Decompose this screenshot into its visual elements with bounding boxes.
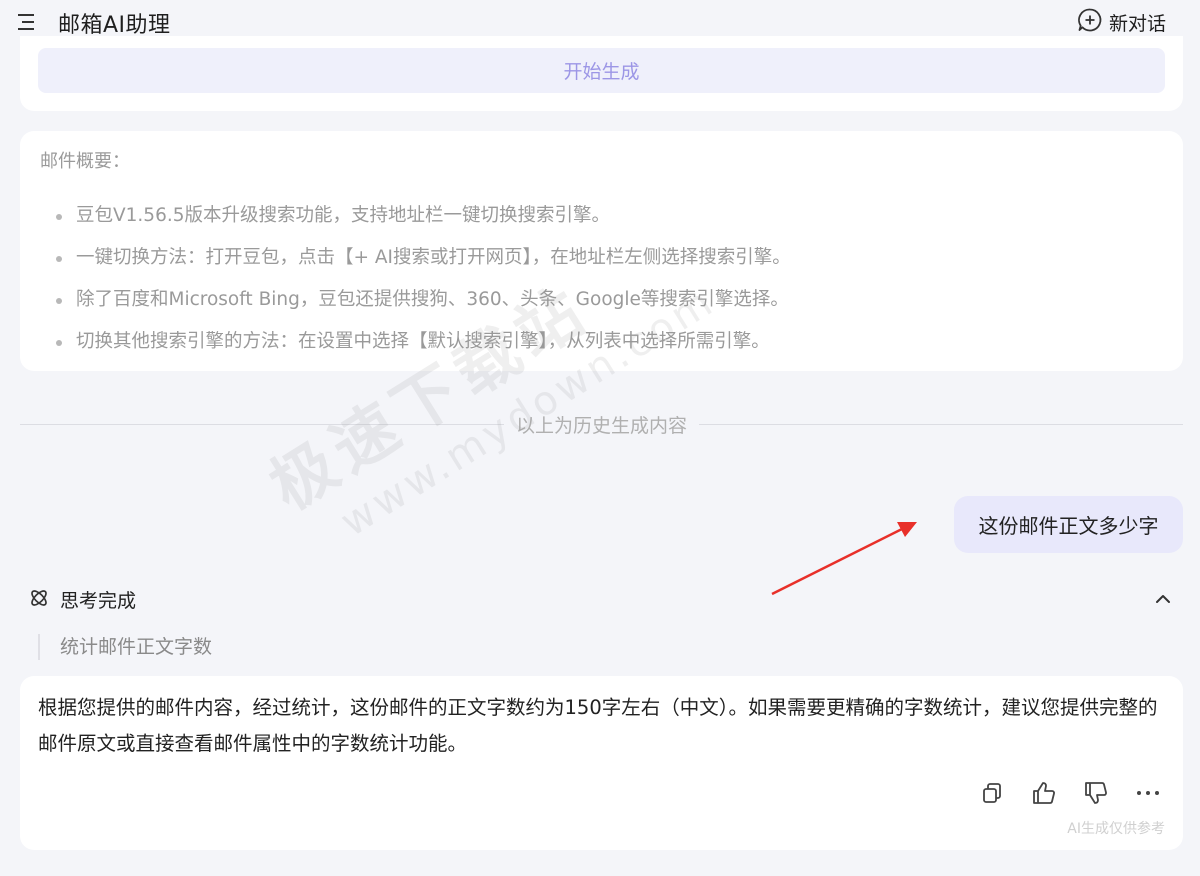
more-icon[interactable] bbox=[1135, 780, 1161, 806]
new-chat-label: 新对话 bbox=[1108, 12, 1166, 35]
answer-text: 根据您提供的邮件内容，经过统计，这份邮件的正文字数约为150字左右（中文）。如果… bbox=[38, 696, 1158, 755]
copy-icon[interactable] bbox=[979, 780, 1005, 806]
ai-disclaimer: AI生成仅供参考 bbox=[1067, 821, 1165, 837]
summary-list: 豆包V1.56.5版本升级搜索功能，支持地址栏一键切换搜索引擎。 一键切换方法：… bbox=[40, 203, 1163, 371]
answer-card: 根据您提供的邮件内容，经过统计，这份邮件的正文字数约为150字左右（中文）。如果… bbox=[20, 676, 1183, 850]
generate-card: 开始生成 bbox=[20, 36, 1183, 111]
summary-item: 除了百度和Microsoft Bing，豆包还提供搜狗、360、头条、Googl… bbox=[40, 287, 1163, 329]
thinking-status[interactable]: 思考完成 bbox=[28, 586, 136, 613]
history-divider-text: 以上为历史生成内容 bbox=[516, 414, 688, 437]
menu-icon[interactable] bbox=[16, 10, 42, 34]
app-title: 邮箱AI助理 bbox=[58, 13, 171, 38]
answer-actions bbox=[979, 780, 1161, 806]
divider-line bbox=[20, 423, 504, 425]
new-chat-button[interactable]: 新对话 bbox=[1077, 7, 1166, 37]
user-message-bubble: 这份邮件正文多少字 bbox=[954, 496, 1183, 553]
thinking-detail: 统计邮件正文字数 bbox=[38, 634, 212, 660]
thinking-complete-icon bbox=[28, 587, 50, 613]
summary-item: 豆包V1.56.5版本升级搜索功能，支持地址栏一键切换搜索引擎。 bbox=[40, 203, 1163, 245]
thinking-label: 思考完成 bbox=[60, 590, 137, 612]
history-divider: 以上为历史生成内容 bbox=[20, 410, 1184, 438]
thumbs-up-icon[interactable] bbox=[1031, 780, 1057, 806]
summary-title: 邮件概要： bbox=[40, 151, 130, 172]
thumbs-down-icon[interactable] bbox=[1083, 780, 1109, 806]
app-window: 邮箱AI助理 新对话 开始生成 邮件概要： 豆包V1.56.5版本升级搜索功能，… bbox=[0, 0, 1200, 876]
start-generate-button[interactable]: 开始生成 bbox=[38, 48, 1165, 93]
summary-item: 一键切换方法：打开豆包，点击【+ AI搜索或打开网页】，在地址栏左侧选择搜索引擎… bbox=[40, 245, 1163, 287]
summary-item: 切换其他搜索引擎的方法：在设置中选择【默认搜索引擎】，从列表中选择所需引擎。 bbox=[40, 329, 1163, 371]
chevron-up-icon[interactable] bbox=[1152, 590, 1174, 608]
summary-card: 邮件概要： 豆包V1.56.5版本升级搜索功能，支持地址栏一键切换搜索引擎。 一… bbox=[20, 131, 1183, 371]
divider-line bbox=[699, 423, 1184, 425]
new-chat-icon bbox=[1077, 7, 1103, 37]
